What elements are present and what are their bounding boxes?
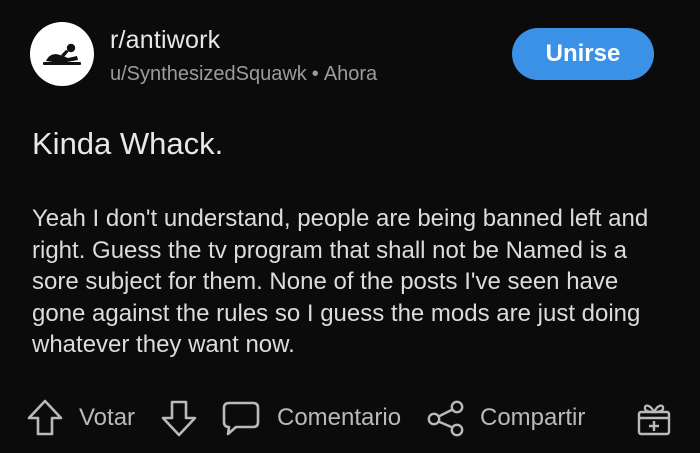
gift-icon <box>636 398 672 438</box>
post-body[interactable]: Yeah I don't understand, people are bein… <box>32 203 677 361</box>
arrow-up-icon <box>26 398 64 438</box>
vote-label-wrap: Votar <box>79 394 135 442</box>
join-button[interactable]: Unirse <box>512 28 654 80</box>
speech-bubble-icon <box>220 398 262 438</box>
subreddit-name[interactable]: r/antiwork <box>110 26 220 55</box>
subreddit-avatar[interactable] <box>30 22 94 86</box>
share-button[interactable]: Compartir <box>425 394 585 442</box>
action-bar: Votar Comentario Compartir <box>0 394 700 442</box>
meta-separator: • <box>311 63 319 85</box>
downvote-button[interactable] <box>160 394 198 442</box>
vote-label: Votar <box>79 404 136 431</box>
post-card: r/antiwork u/SynthesizedSquawk • Ahora Uni… <box>0 0 700 453</box>
author-name[interactable]: u/SynthesizedSquawk <box>110 63 307 85</box>
reclining-figure-icon <box>41 41 83 67</box>
post-meta: u/SynthesizedSquawk • Ahora <box>110 63 377 86</box>
share-nodes-icon <box>425 398 467 438</box>
comment-label: Comentario <box>277 404 402 431</box>
comment-button[interactable]: Comentario <box>220 394 401 442</box>
share-label: Compartir <box>480 404 586 431</box>
arrow-down-icon <box>160 398 198 438</box>
post-title[interactable]: Kinda Whack. <box>32 126 223 162</box>
post-time: Ahora <box>323 63 378 85</box>
award-button[interactable] <box>636 394 672 442</box>
upvote-button[interactable] <box>26 394 64 442</box>
